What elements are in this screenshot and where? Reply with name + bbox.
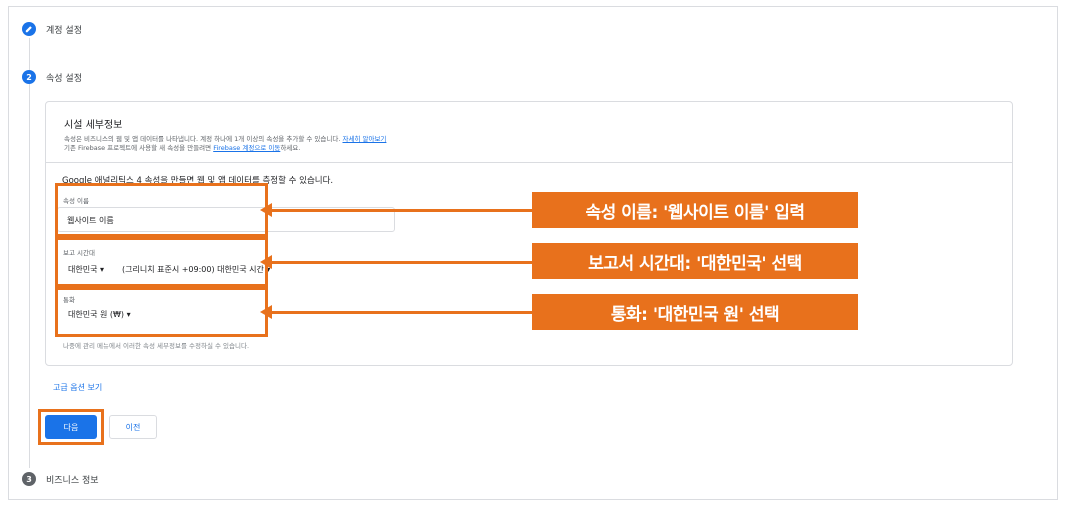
stepper-line — [29, 38, 30, 468]
highlight-next-button — [38, 409, 104, 445]
step-number: 2 — [22, 70, 36, 84]
card-description-line2: 기존 Firebase 프로젝트에 사용할 새 속성을 만들려면 — [64, 144, 214, 152]
learn-more-link[interactable]: 자세히 알아보기 — [342, 135, 386, 143]
card-description-line1: 속성은 비즈니스의 웹 및 앱 데이터를 나타냅니다. 계정 하나에 1개 이상… — [64, 135, 341, 143]
previous-button[interactable]: 이전 — [109, 415, 157, 439]
arrow-left-icon — [260, 255, 534, 269]
callout-currency: 통화: '대한민국 원' 선택 — [532, 294, 858, 330]
callout-property-name: 속성 이름: '웹사이트 이름' 입력 — [532, 192, 858, 228]
highlight-timezone-field — [55, 237, 268, 287]
highlight-name-field — [55, 183, 268, 237]
pencil-icon — [22, 22, 36, 36]
card-description: 속성은 비즈니스의 웹 및 앱 데이터를 나타냅니다. 계정 하나에 1개 이상… — [64, 135, 386, 153]
step-label: 비즈니스 정보 — [46, 475, 99, 486]
step-account-setup[interactable]: 계정 설정 — [22, 22, 82, 36]
step-label: 속성 설정 — [46, 73, 82, 84]
arrow-left-icon — [260, 305, 534, 319]
arrow-left-icon — [260, 203, 534, 217]
firebase-link[interactable]: Firebase 계정으로 이동 — [213, 144, 280, 152]
card-header: 시설 세부정보 속성은 비즈니스의 웹 및 앱 데이터를 나타냅니다. 계정 하… — [64, 116, 386, 153]
card-description-line2-end: 하세요. — [280, 144, 301, 152]
step-business-info[interactable]: 3 비즈니스 정보 — [22, 472, 99, 486]
card-divider — [46, 162, 1012, 163]
step-number: 3 — [22, 472, 36, 486]
card-title: 시설 세부정보 — [64, 120, 123, 131]
advanced-options-link[interactable]: 고급 옵션 보기 — [53, 382, 102, 393]
highlight-currency-field — [55, 287, 268, 337]
footnote: 나중에 관리 메뉴에서 이러한 속성 세부정보를 수정하실 수 있습니다. — [63, 342, 250, 350]
callout-timezone: 보고서 시간대: '대한민국' 선택 — [532, 243, 858, 279]
step-property-setup[interactable]: 2 속성 설정 — [22, 70, 82, 84]
step-label: 계정 설정 — [46, 25, 82, 36]
